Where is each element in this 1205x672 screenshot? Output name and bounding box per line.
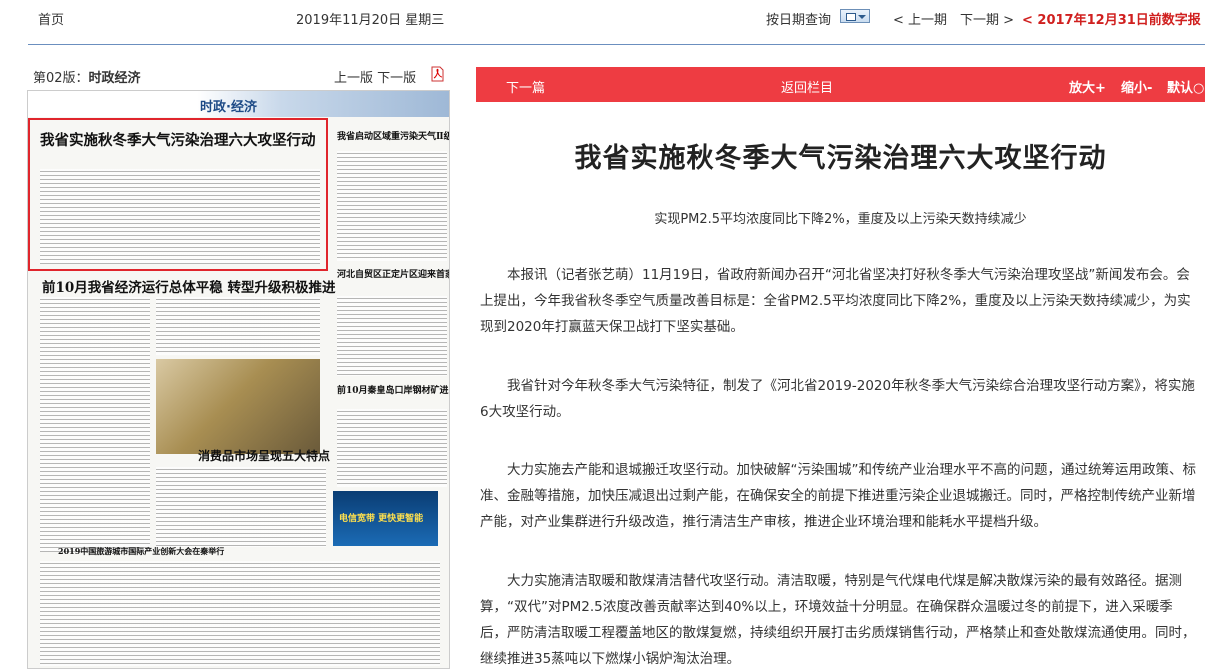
header-divider — [28, 44, 1205, 45]
paper-text-block — [337, 296, 447, 376]
edition-nav[interactable]: 上一版 下一版 — [334, 67, 416, 86]
article-paragraph: 大力实施清洁取暖和散煤清洁替代攻坚行动。清洁取暖，特别是气代煤电代煤是解决散煤污… — [480, 573, 1196, 667]
archive-link[interactable]: < 2017年12月31日前数字报 — [1022, 9, 1201, 28]
calendar-picker-icon[interactable] — [840, 9, 870, 23]
pdf-icon[interactable] — [431, 66, 444, 82]
paper-headline-2[interactable]: 前10月我省经济运行总体平稳 转型升级积极推进 — [42, 276, 336, 296]
article-subtitle: 实现PM2.5平均浓度同比下降2%，重度及以上污染天数持续减少 — [654, 212, 1027, 227]
default-size-button[interactable]: 默认○ — [1167, 77, 1204, 96]
prev-issue-link[interactable]: < 上一期 — [893, 9, 947, 28]
paper-headline-4[interactable]: 我省启动区域重污染天气Ⅱ级应急响应 — [337, 129, 449, 142]
zoom-in-button[interactable]: 放大+ — [1069, 77, 1106, 96]
next-issue-link[interactable]: 下一期 > — [960, 9, 1014, 28]
paper-headline-3[interactable]: 消费品市场呈现五大特点 — [198, 447, 330, 464]
top-bar: 首页 2019年11月20日 星期三 按日期查询 < 上一期 下一期 > < 2… — [0, 0, 1205, 36]
query-by-date-label: 按日期查询 — [766, 13, 832, 28]
page-label: 第02版：时政经济 — [33, 67, 141, 86]
paper-text-block — [40, 297, 150, 552]
page-number: 第02版： — [33, 71, 89, 86]
paper-text-block — [337, 409, 447, 487]
paper-ad: 电信宽带 更快更智能 — [333, 491, 438, 546]
home-link[interactable]: 首页 — [38, 9, 64, 28]
article-toolbar: 下一篇 返回栏目 放大+ 缩小- 默认○ — [476, 67, 1205, 102]
back-to-section-button[interactable]: 返回栏目 — [781, 77, 833, 96]
paper-ad-text: 电信宽带 更快更智能 — [339, 514, 424, 524]
zoom-out-button[interactable]: 缩小- — [1121, 77, 1152, 96]
paper-photo — [156, 359, 320, 454]
article-paragraph: 我省针对今年秋冬季大气污染特征，制发了《河北省2019-2020年秋冬季大气污染… — [480, 378, 1195, 420]
paper-headline-6[interactable]: 前10月秦皇岛口岸钢材矿进132.68万吨 — [337, 383, 449, 396]
newspaper-page-thumbnail[interactable]: 时政·经济 我省实施秋冬季大气污染治理六大攻坚行动 我省启动区域重污染天气Ⅱ级应… — [27, 90, 450, 669]
paper-headline-7[interactable]: 2019中国旅游城市国际产业创新大会在秦举行 — [58, 546, 224, 557]
paper-headline-5[interactable]: 河北自贸区正定片区迎来首家化妆品出口企业 — [337, 267, 449, 280]
paper-text-block — [156, 297, 320, 355]
page-section: 时政经济 — [88, 71, 141, 86]
paper-masthead: 时政·经济 — [28, 91, 449, 117]
next-article-button[interactable]: 下一篇 — [506, 77, 545, 96]
selected-article-outline — [28, 118, 328, 271]
paper-text-block — [337, 151, 447, 261]
paper-text-block — [156, 467, 326, 547]
current-date: 2019年11月20日 星期三 — [296, 13, 445, 28]
article-paragraph: 本报讯（记者张艺萌）11月19日，省政府新闻办召开“河北省坚决打好秋冬季大气污染… — [480, 267, 1191, 335]
paper-text-block — [40, 561, 440, 666]
paper-section-banner: 时政·经济 — [200, 100, 257, 115]
article-title: 我省实施秋冬季大气污染治理六大攻坚行动 — [574, 143, 1107, 174]
article-paragraph: 大力实施去产能和退城搬迁攻坚行动。加快破解“污染围城”和传统产业治理水平不高的问… — [480, 462, 1196, 530]
